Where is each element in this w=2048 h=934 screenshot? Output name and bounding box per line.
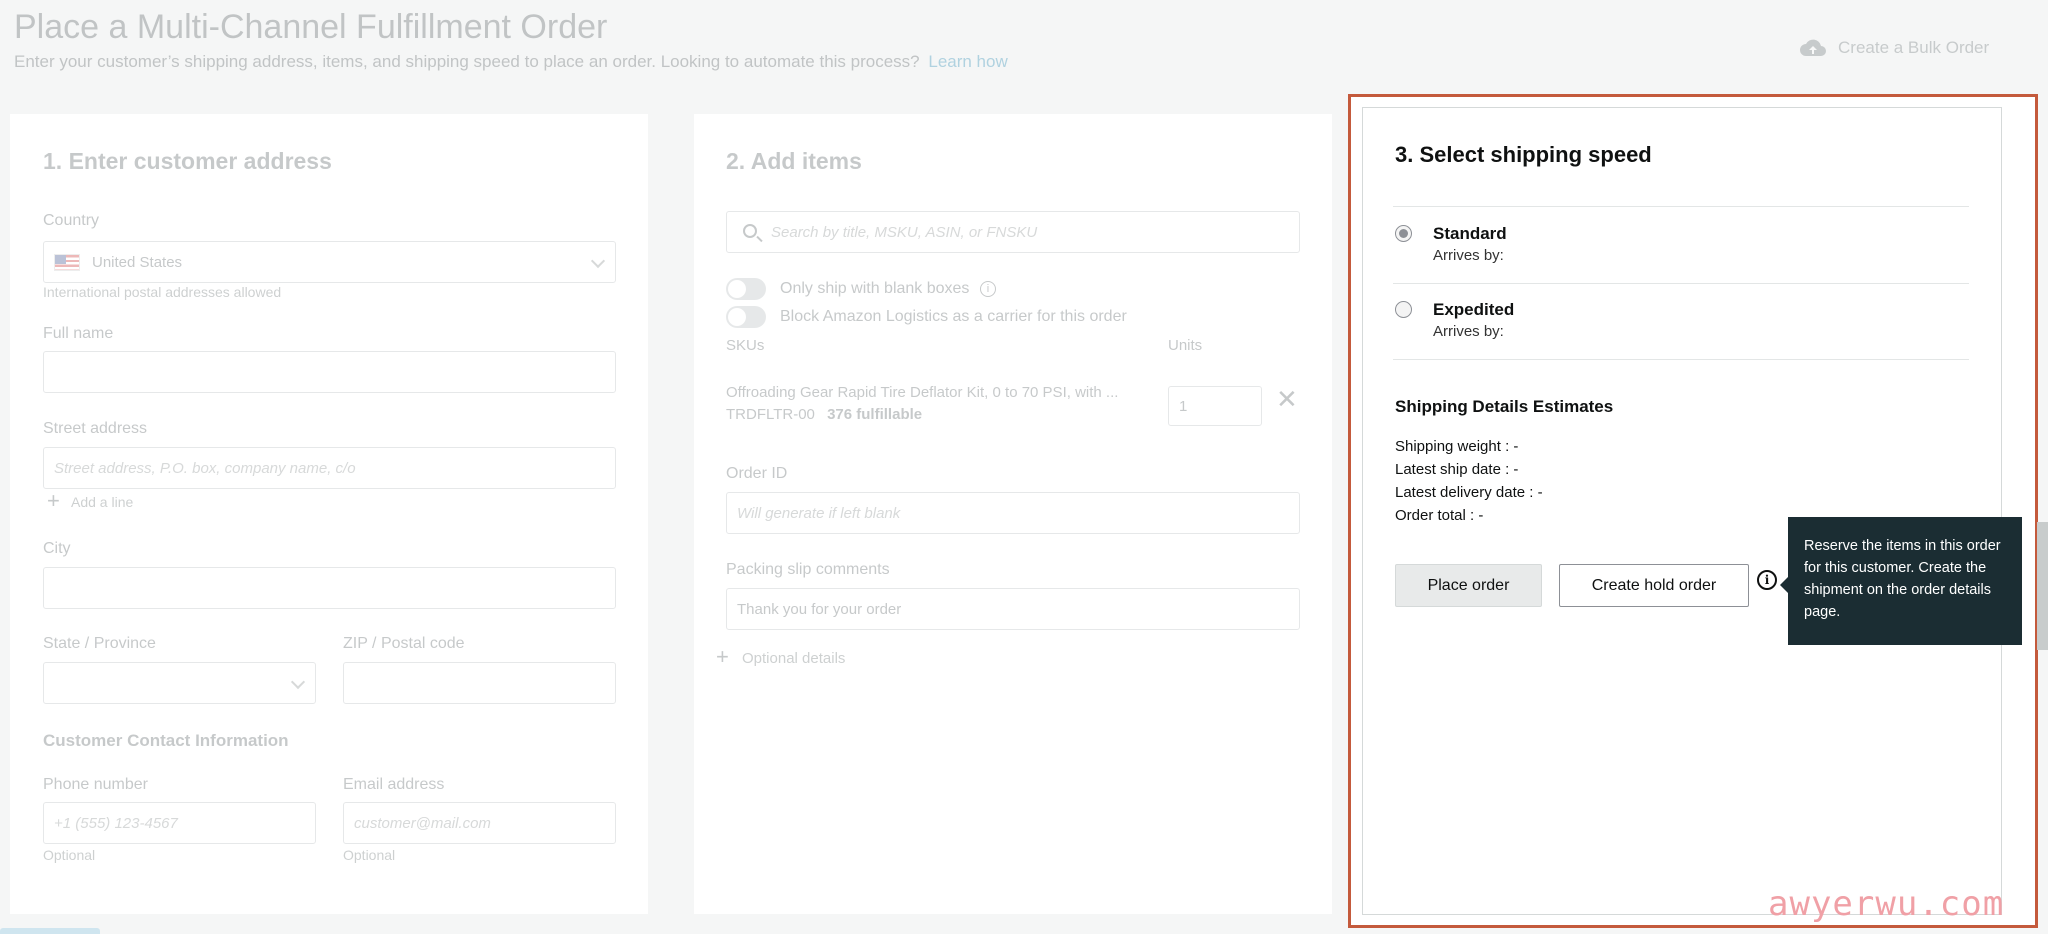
city-input[interactable] <box>43 567 616 609</box>
chevron-down-icon <box>290 674 306 690</box>
address-section-title: 1. Enter customer address <box>43 148 332 174</box>
create-hold-order-button[interactable]: Create hold order <box>1559 564 1749 607</box>
country-hint: International postal addresses allowed <box>43 284 282 300</box>
phone-hint: Optional <box>43 847 96 863</box>
info-icon[interactable]: i <box>980 281 996 297</box>
units-column-header: Units <box>1168 337 1203 354</box>
order-id-input[interactable]: Will generate if left blank <box>726 492 1300 534</box>
info-icon[interactable]: i <box>1757 570 1777 590</box>
expedited-arrives: Arrives by: <box>1433 323 1504 340</box>
blank-boxes-label: Only ship with blank boxes <box>780 280 970 297</box>
block-logistics-toggle[interactable] <box>726 306 766 328</box>
sku-title: Offroading Gear Rapid Tire Deflator Kit,… <box>726 384 1119 401</box>
latest-ship-date: Latest ship date : - <box>1395 461 1519 478</box>
estimates-title: Shipping Details Estimates <box>1395 397 1614 416</box>
sku-search-input[interactable]: Search by title, MSKU, ASIN, or FNSKU <box>726 211 1300 253</box>
remove-item-icon[interactable]: ✕ <box>1276 384 1298 415</box>
packing-slip-label: Packing slip comments <box>726 561 890 578</box>
block-logistics-label: Block Amazon Logistics as a carrier for … <box>780 308 1127 325</box>
optional-details-link[interactable]: Optional details <box>742 650 845 667</box>
order-id-label: Order ID <box>726 465 788 482</box>
shipping-section-title: 3. Select shipping speed <box>1395 142 1652 167</box>
learn-how-link[interactable]: Learn how <box>928 52 1007 71</box>
country-value: United States <box>92 253 183 271</box>
page: Place a Multi-Channel Fulfillment Order … <box>0 0 2048 934</box>
email-input[interactable]: customer@mail.com <box>343 802 616 844</box>
fullname-label: Full name <box>43 325 114 342</box>
divider <box>1393 206 1969 207</box>
bottom-tab[interactable] <box>0 928 100 934</box>
blank-boxes-toggle[interactable] <box>726 278 766 300</box>
shipping-speed-panel: 3. Select shipping speed Standard Arrive… <box>1362 107 2002 915</box>
plus-icon: + <box>47 488 60 513</box>
plus-icon: + <box>716 644 729 669</box>
fullname-input[interactable] <box>43 351 616 393</box>
create-bulk-order-button[interactable]: Create a Bulk Order <box>1800 38 1989 58</box>
state-label: State / Province <box>43 635 156 652</box>
add-items-panel: 2. Add items Search by title, MSKU, ASIN… <box>694 114 1332 914</box>
order-total: Order total : - <box>1395 507 1484 524</box>
zip-label: ZIP / Postal code <box>343 635 465 652</box>
shipping-weight: Shipping weight : - <box>1395 438 1519 455</box>
sku-code-row: TRDFLTR-00 376 fulfillable <box>726 406 922 423</box>
expedited-label[interactable]: Expedited <box>1433 300 1514 320</box>
phone-label: Phone number <box>43 776 148 793</box>
packing-slip-input[interactable]: Thank you for your order <box>726 588 1300 630</box>
sku-code: TRDFLTR-00 <box>726 406 815 423</box>
search-placeholder: Search by title, MSKU, ASIN, or FNSKU <box>771 223 1038 241</box>
street-input[interactable]: Street address, P.O. box, company name, … <box>43 447 616 489</box>
scrollbar[interactable] <box>2037 522 2048 650</box>
zip-input[interactable] <box>343 662 616 704</box>
page-subtitle: Enter your customer’s shipping address, … <box>14 52 1008 72</box>
add-line-link[interactable]: Add a line <box>71 494 133 510</box>
email-label: Email address <box>343 776 445 793</box>
email-hint: Optional <box>343 847 396 863</box>
country-select[interactable]: United States <box>43 241 616 283</box>
city-label: City <box>43 540 71 557</box>
skus-column-header: SKUs <box>726 337 765 354</box>
units-input[interactable]: 1 <box>1168 386 1262 426</box>
standard-arrives: Arrives by: <box>1433 247 1504 264</box>
contact-title: Customer Contact Information <box>43 731 289 750</box>
sku-fulfillable: 376 fulfillable <box>827 406 923 423</box>
divider <box>1393 283 1969 284</box>
subtitle-text: Enter your customer’s shipping address, … <box>14 52 920 71</box>
page-title: Place a Multi-Channel Fulfillment Order <box>14 8 608 46</box>
place-order-button[interactable]: Place order <box>1395 564 1542 607</box>
state-select[interactable] <box>43 662 316 704</box>
items-section-title: 2. Add items <box>726 148 862 174</box>
hold-order-tooltip: Reserve the items in this order for this… <box>1780 517 2022 645</box>
us-flag-icon <box>54 253 80 271</box>
search-icon <box>743 224 757 238</box>
bulk-order-label: Create a Bulk Order <box>1838 38 1990 57</box>
phone-input[interactable]: +1 (555) 123-4567 <box>43 802 316 844</box>
street-label: Street address <box>43 420 148 437</box>
standard-radio[interactable] <box>1395 225 1412 242</box>
standard-label[interactable]: Standard <box>1433 224 1507 244</box>
divider <box>1393 359 1969 360</box>
latest-delivery-date: Latest delivery date : - <box>1395 484 1543 501</box>
cloud-upload-icon <box>1800 39 1826 56</box>
country-label: Country <box>43 212 100 229</box>
watermark: awyerwu.com <box>1768 884 2005 924</box>
expedited-radio[interactable] <box>1395 301 1412 318</box>
customer-address-panel: 1. Enter customer address Country United… <box>10 114 648 914</box>
chevron-down-icon <box>590 253 606 269</box>
